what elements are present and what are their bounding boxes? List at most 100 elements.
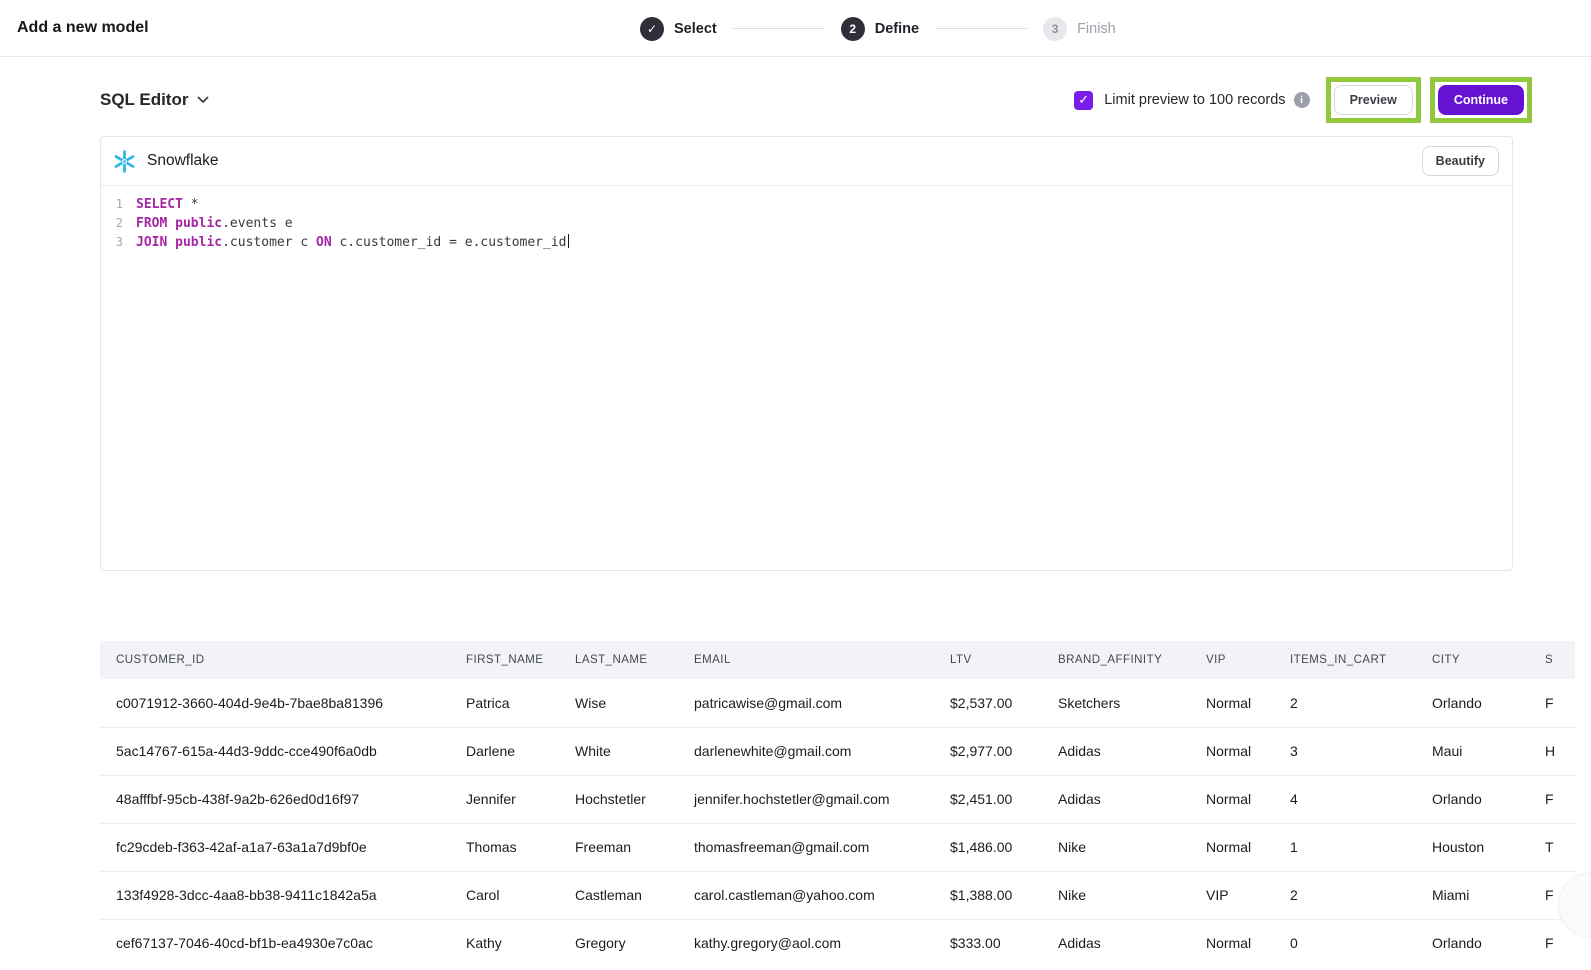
step-number: 2 xyxy=(841,17,865,41)
table-cell: jennifer.hochstetler@gmail.com xyxy=(678,775,934,823)
table-cell: $1,388.00 xyxy=(934,871,1042,919)
code-line: 1SELECT * xyxy=(101,195,1512,214)
info-icon[interactable]: i xyxy=(1294,92,1310,108)
table-cell: $2,537.00 xyxy=(934,679,1042,727)
table-cell: White xyxy=(559,727,678,775)
step-select: ✓ Select xyxy=(640,17,717,41)
table-cell: fc29cdeb-f363-42af-a1a7-63a1a7d9bf0e xyxy=(100,823,450,871)
step-connector xyxy=(935,28,1027,30)
column-header: FIRST_NAME xyxy=(450,641,559,679)
top-bar: Add a new model ✓ Select 2 Define 3 Finish xyxy=(0,0,1591,57)
table-cell: Maui xyxy=(1416,727,1529,775)
table-cell: 48afffbf-95cb-438f-9a2b-626ed0d16f97 xyxy=(100,775,450,823)
column-header: ITEMS_IN_CART xyxy=(1274,641,1416,679)
table-cell: Nike xyxy=(1042,823,1190,871)
table-cell: 4 xyxy=(1274,775,1416,823)
table-cell: Wise xyxy=(559,679,678,727)
table-cell: Kathy xyxy=(450,919,559,967)
table-cell: 2 xyxy=(1274,679,1416,727)
table-cell: Orlando xyxy=(1416,919,1529,967)
stepper: ✓ Select 2 Define 3 Finish xyxy=(640,0,1116,57)
line-number: 2 xyxy=(101,214,123,233)
page-title: Add a new model xyxy=(17,19,149,37)
preview-table-container: CUSTOMER_IDFIRST_NAMELAST_NAMEEMAILLTVBR… xyxy=(100,641,1575,967)
step-connector xyxy=(733,28,825,30)
table-cell: carol.castleman@yahoo.com xyxy=(678,871,934,919)
table-row: fc29cdeb-f363-42af-a1a7-63a1a7d9bf0eThom… xyxy=(100,823,1575,871)
step-label: Select xyxy=(674,21,717,37)
step-define: 2 Define xyxy=(841,17,919,41)
table-cell: Normal xyxy=(1190,679,1274,727)
table-cell: Adidas xyxy=(1042,919,1190,967)
continue-button[interactable]: Continue xyxy=(1438,85,1524,115)
editor-toolbar: SQL Editor ✓ Limit preview to 100 record… xyxy=(100,75,1532,125)
preview-table: CUSTOMER_IDFIRST_NAMELAST_NAMEEMAILLTVBR… xyxy=(100,641,1575,967)
table-cell: Houston xyxy=(1416,823,1529,871)
table-cell: F xyxy=(1529,679,1575,727)
snowflake-icon xyxy=(112,149,137,174)
table-cell: Adidas xyxy=(1042,727,1190,775)
table-row: 48afffbf-95cb-438f-9a2b-626ed0d16f97Jenn… xyxy=(100,775,1575,823)
code-line: 2 FROM public.events e xyxy=(101,214,1512,233)
code-line: 3 JOIN public.customer c ON c.customer_id… xyxy=(101,233,1512,252)
table-cell: $1,486.00 xyxy=(934,823,1042,871)
table-cell: Normal xyxy=(1190,775,1274,823)
code-text: JOIN public.customer c ON c.customer_id … xyxy=(136,233,569,252)
table-cell: Freeman xyxy=(559,823,678,871)
table-cell: $2,977.00 xyxy=(934,727,1042,775)
preview-highlight-box: Preview xyxy=(1326,77,1421,123)
preview-button[interactable]: Preview xyxy=(1334,85,1413,115)
code-text: SELECT * xyxy=(136,195,199,214)
sql-code-editor[interactable]: 1SELECT *2 FROM public.events e 3 JOIN publ… xyxy=(101,186,1512,252)
table-row: c0071912-3660-404d-9e4b-7bae8ba81396Patr… xyxy=(100,679,1575,727)
table-cell: H xyxy=(1529,727,1575,775)
table-cell: Darlene xyxy=(450,727,559,775)
column-header: VIP xyxy=(1190,641,1274,679)
table-cell: Gregory xyxy=(559,919,678,967)
table-header-row: CUSTOMER_IDFIRST_NAMELAST_NAMEEMAILLTVBR… xyxy=(100,641,1575,679)
column-header: EMAIL xyxy=(678,641,934,679)
column-header: CUSTOMER_ID xyxy=(100,641,450,679)
table-cell: Normal xyxy=(1190,727,1274,775)
table-cell: Nike xyxy=(1042,871,1190,919)
column-header: LTV xyxy=(934,641,1042,679)
table-cell: Thomas xyxy=(450,823,559,871)
table-row: 133f4928-3dcc-4aa8-bb38-9411c1842a5aCaro… xyxy=(100,871,1575,919)
table-cell: Adidas xyxy=(1042,775,1190,823)
line-number: 3 xyxy=(101,233,123,252)
column-header: LAST_NAME xyxy=(559,641,678,679)
table-cell: c0071912-3660-404d-9e4b-7bae8ba81396 xyxy=(100,679,450,727)
step-label: Finish xyxy=(1077,21,1116,37)
table-cell: F xyxy=(1529,775,1575,823)
column-header: CITY xyxy=(1416,641,1529,679)
table-cell: Miami xyxy=(1416,871,1529,919)
step-check-icon: ✓ xyxy=(640,17,664,41)
table-cell: kathy.gregory@aol.com xyxy=(678,919,934,967)
table-cell: Sketchers xyxy=(1042,679,1190,727)
code-text: FROM public.events e xyxy=(136,214,293,233)
table-cell: 3 xyxy=(1274,727,1416,775)
editor-type-label: SQL Editor xyxy=(100,90,188,110)
table-cell: 0 xyxy=(1274,919,1416,967)
table-cell: Normal xyxy=(1190,919,1274,967)
column-header: BRAND_AFFINITY xyxy=(1042,641,1190,679)
table-cell: T xyxy=(1529,823,1575,871)
beautify-button[interactable]: Beautify xyxy=(1422,146,1499,176)
limit-preview-label: Limit preview to 100 records xyxy=(1104,92,1285,108)
step-number: 3 xyxy=(1043,17,1067,41)
toolbar-actions: ✓ Limit preview to 100 records i Preview… xyxy=(1074,77,1532,123)
connector-header: Snowflake Beautify xyxy=(101,137,1512,186)
step-label: Define xyxy=(875,21,919,37)
table-cell: $2,451.00 xyxy=(934,775,1042,823)
limit-preview-checkbox[interactable]: ✓ xyxy=(1074,91,1093,110)
chevron-down-icon xyxy=(197,96,209,104)
table-cell: Jennifer xyxy=(450,775,559,823)
table-cell: Orlando xyxy=(1416,679,1529,727)
table-cell: Hochstetler xyxy=(559,775,678,823)
step-finish: 3 Finish xyxy=(1043,17,1116,41)
column-header: S xyxy=(1529,641,1575,679)
editor-type-dropdown[interactable]: SQL Editor xyxy=(100,90,209,110)
table-cell: cef67137-7046-40cd-bf1b-ea4930e7c0ac xyxy=(100,919,450,967)
table-cell: Patrica xyxy=(450,679,559,727)
table-row: cef67137-7046-40cd-bf1b-ea4930e7c0acKath… xyxy=(100,919,1575,967)
